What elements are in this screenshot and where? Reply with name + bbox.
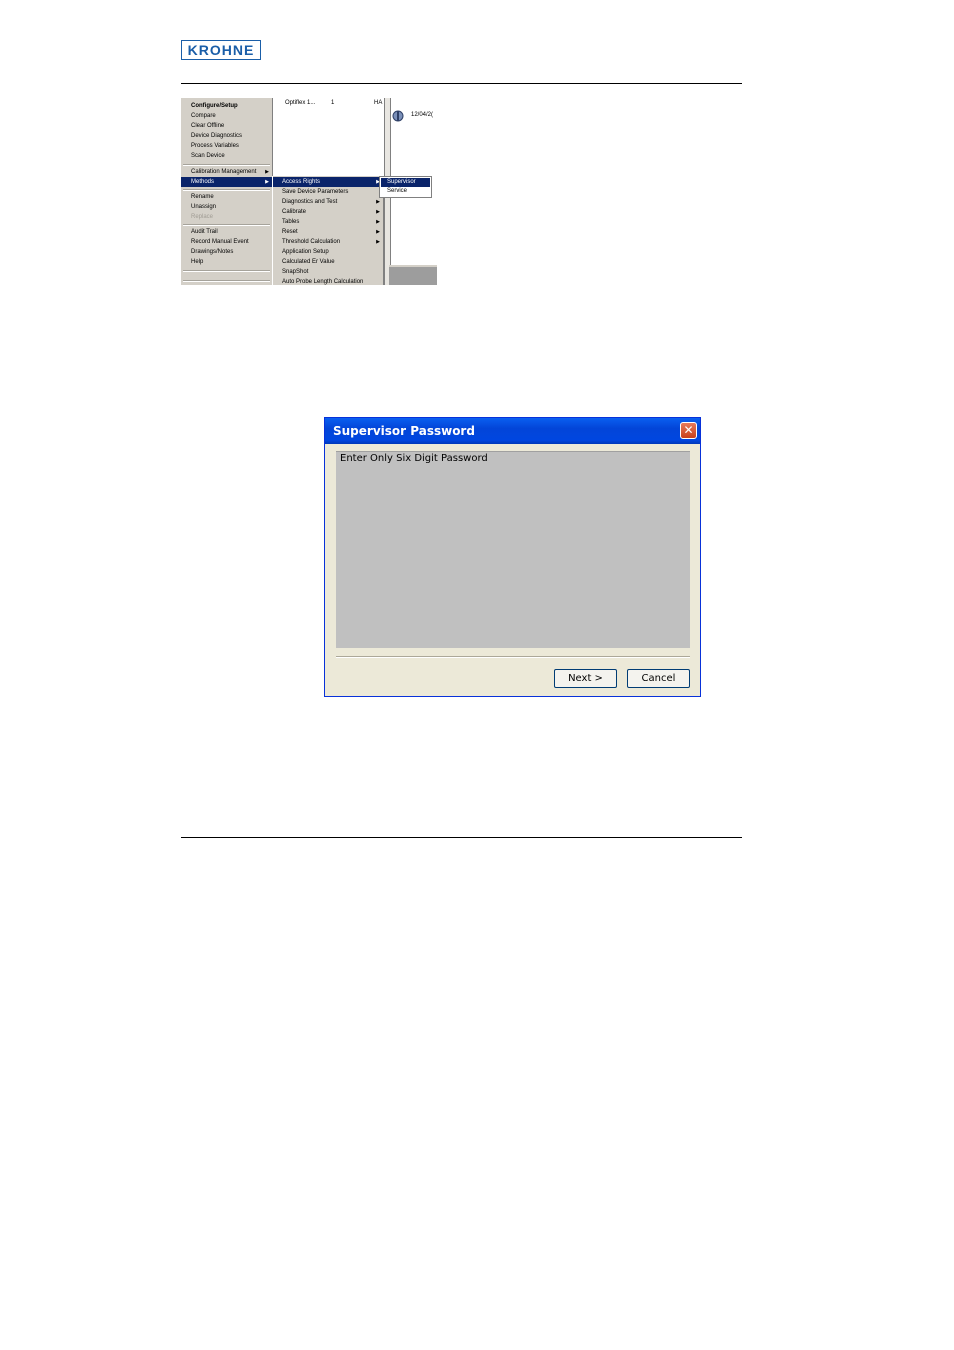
menu-item-rename[interactable]: Rename <box>181 192 272 202</box>
menu-item-unassign[interactable]: Unassign <box>181 202 272 212</box>
supervisor-password-dialog: Supervisor Password ✕ Enter Only Six Dig… <box>324 417 701 697</box>
cancel-button[interactable]: Cancel <box>627 669 690 688</box>
menu-item-compare[interactable]: Compare <box>181 111 272 121</box>
submenu-arrow-icon: ▶ <box>376 229 380 235</box>
submenu-item-save-device-parameters[interactable]: Save Device Parameters <box>273 187 383 197</box>
submenu-item-calculated-er-value[interactable]: Calculated Er Value <box>273 257 383 267</box>
menu-item-help[interactable]: Help <box>181 257 272 267</box>
password-prompt: Enter Only Six Digit Password <box>340 453 488 464</box>
menu-item-replace: Replace <box>181 212 272 222</box>
submenu-item-label: Access Rights <box>282 179 321 185</box>
menu-item-label: Audit Trail <box>191 229 218 235</box>
submenu-arrow-icon: ▶ <box>376 239 380 245</box>
submenu-item-label: SnapShot <box>282 269 309 275</box>
submenu-item-label: Supervisor <box>387 179 416 185</box>
menu-separator <box>183 270 270 272</box>
header-rule <box>181 83 742 84</box>
submenu-arrow-icon: ▶ <box>265 169 269 175</box>
menu-item-calibration-management[interactable]: Calibration Management ▶ <box>181 167 272 177</box>
menu-screenshot: Optiflex 1... 1 HA 12/04/2( Configure/Se… <box>181 98 437 285</box>
menu-item-audit-trail[interactable]: Audit Trail <box>181 227 272 237</box>
submenu-arrow-icon: ▶ <box>376 209 380 215</box>
context-menu: Configure/Setup Compare Clear Offline De… <box>181 98 273 285</box>
dialog-title: Supervisor Password <box>333 424 475 438</box>
menu-item-label: Help <box>191 259 204 265</box>
submenu-item-label: Service <box>387 188 408 194</box>
menu-item-device-diagnostics[interactable]: Device Diagnostics <box>181 131 272 141</box>
menu-item-label: Methods <box>191 179 215 185</box>
submenu-item-label: Application Setup <box>282 249 329 255</box>
menu-item-label: Configure/Setup <box>191 103 238 109</box>
background-panel <box>389 265 437 285</box>
device-name-cell: Optiflex 1... <box>285 100 316 106</box>
submenu-item-label: Calculated Er Value <box>282 259 335 265</box>
submenu-item-service[interactable]: Service <box>381 187 430 196</box>
menu-item-methods[interactable]: Methods ▶ <box>181 177 272 187</box>
device-column-value: 1 <box>331 100 335 106</box>
dialog-title-bar[interactable]: Supervisor Password <box>325 418 700 444</box>
menu-separator <box>183 224 270 226</box>
submenu-item-calibrate[interactable]: Calibrate ▶ <box>273 207 383 217</box>
submenu-arrow-icon: ▶ <box>265 179 269 185</box>
menu-item-process-variables[interactable]: Process Variables <box>181 141 272 151</box>
menu-item-label: Rename <box>191 194 214 200</box>
menu-item-label: Calibration Management <box>191 169 257 175</box>
menu-item-label: Unassign <box>191 204 217 210</box>
menu-item-scan-device[interactable]: Scan Device <box>181 151 272 161</box>
menu-item-label: Clear Offline <box>191 123 225 129</box>
menu-item-drawings-notes[interactable]: Drawings/Notes <box>181 247 272 257</box>
menu-item-label: Device Diagnostics <box>191 133 243 139</box>
menu-item-label: Drawings/Notes <box>191 249 234 255</box>
methods-submenu: Access Rights▶ Save Device Parameters Di… <box>272 176 384 285</box>
submenu-item-label: Reset <box>282 229 298 235</box>
submenu-arrow-icon: ▶ <box>376 199 380 205</box>
menu-item-label: Record Manual Event <box>191 239 249 245</box>
menu-item-label: Replace <box>191 214 214 220</box>
submenu-item-label: Auto Probe Length Calculation <box>282 279 364 285</box>
menu-item-label: Process Variables <box>191 143 239 149</box>
menu-item-label: Compare <box>191 113 216 119</box>
submenu-item-threshold-calculation[interactable]: Threshold Calculation ▶ <box>273 237 383 247</box>
next-button[interactable]: Next > <box>554 669 617 688</box>
krohne-logo: KROHNE <box>181 40 261 60</box>
submenu-item-snapshot[interactable]: SnapShot <box>273 267 383 277</box>
submenu-item-label: Diagnostics and Test <box>282 199 338 205</box>
submenu-item-auto-probe-length-calculation[interactable]: Auto Probe Length Calculation <box>273 277 383 285</box>
menu-item-label: Scan Device <box>191 153 225 159</box>
submenu-item-access-rights[interactable]: Access Rights▶ <box>273 177 383 187</box>
submenu-item-label: Threshold Calculation <box>282 239 341 245</box>
menu-item-configure-setup[interactable]: Configure/Setup <box>181 101 272 111</box>
submenu-item-diagnostics-and-test[interactable]: Diagnostics and Test ▶ <box>273 197 383 207</box>
device-column-ha: HA <box>374 100 383 106</box>
submenu-item-label: Save Device Parameters <box>282 189 349 195</box>
submenu-item-application-setup[interactable]: Application Setup <box>273 247 383 257</box>
submenu-item-label: Tables <box>282 219 300 225</box>
dialog-separator <box>336 656 690 658</box>
submenu-arrow-icon: ▶ <box>376 219 380 225</box>
menu-item-clear-offline[interactable]: Clear Offline <box>181 121 272 131</box>
footer-rule <box>181 837 742 838</box>
dialog-content-area: Enter Only Six Digit Password <box>336 451 690 648</box>
menu-separator <box>183 189 270 191</box>
device-icon <box>392 110 404 122</box>
access-rights-submenu: Supervisor Service <box>379 176 432 198</box>
submenu-item-reset[interactable]: Reset ▶ <box>273 227 383 237</box>
menu-separator <box>183 280 270 282</box>
device-date: 12/04/2( <box>411 112 434 118</box>
menu-item-record-manual-event[interactable]: Record Manual Event <box>181 237 272 247</box>
submenu-item-supervisor[interactable]: Supervisor <box>381 178 430 187</box>
menu-separator <box>183 164 270 166</box>
close-icon[interactable]: ✕ <box>680 422 697 439</box>
submenu-item-tables[interactable]: Tables ▶ <box>273 217 383 227</box>
submenu-item-label: Calibrate <box>282 209 307 215</box>
